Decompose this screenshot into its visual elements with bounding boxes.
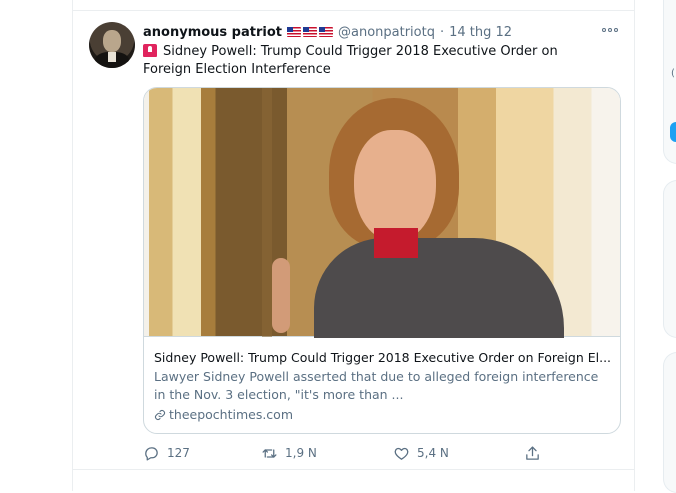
link-icon: [154, 409, 166, 421]
avatar[interactable]: [89, 22, 135, 68]
card-domain[interactable]: theepochtimes.com: [169, 406, 293, 424]
sidebar-glyph: (: [671, 68, 675, 79]
retweet-button[interactable]: 1,9 N: [261, 443, 317, 463]
retweet-icon: [262, 448, 277, 458]
sidebar-panel-bottom[interactable]: [663, 352, 676, 493]
avatar-collar: [108, 52, 116, 62]
image-hand: [272, 258, 290, 333]
next-tweet-stub[interactable]: [73, 470, 634, 491]
retweet-count: 1,9 N: [285, 446, 317, 460]
share-icon: [526, 445, 539, 460]
image-face: [354, 130, 436, 242]
like-button[interactable]: 5,4 N: [393, 443, 449, 463]
image-neckline: [374, 228, 418, 258]
display-name[interactable]: anonymous patriot: [143, 25, 282, 40]
tweet-actions: 127 1,9 N 5,4 N: [143, 443, 619, 463]
sidebar-blue-button[interactable]: [670, 122, 676, 142]
previous-tweet-divider: [73, 0, 634, 11]
card-title[interactable]: Sidney Powell: Trump Could Trigger 2018 …: [154, 349, 610, 367]
avatar-face: [103, 30, 121, 52]
link-card[interactable]: Sidney Powell: Trump Could Trigger 2018 …: [143, 87, 621, 434]
card-description: Lawyer Sidney Powell asserted that due t…: [154, 369, 599, 402]
reply-count: 127: [167, 446, 190, 460]
card-domain-row: theepochtimes.com: [154, 406, 293, 424]
reply-icon: [145, 446, 158, 461]
us-flag-icon: [287, 27, 301, 37]
tweet-header: anonymous patriot @anonpatriotq · 14 thg…: [143, 23, 512, 41]
tweet-text-container: Sidney Powell: Trump Could Trigger 2018 …: [143, 43, 603, 79]
flag-emoji-group: [287, 27, 333, 37]
us-flag-icon: [319, 27, 333, 37]
like-count: 5,4 N: [417, 446, 449, 460]
siren-icon: [143, 44, 157, 57]
us-flag-icon: [303, 27, 317, 37]
share-button[interactable]: [524, 443, 541, 463]
more-options-icon[interactable]: [600, 24, 620, 36]
image-sweater: [314, 238, 564, 338]
separator-dot: ·: [439, 24, 445, 40]
card-image[interactable]: [144, 88, 620, 338]
tweet-date[interactable]: 14 thg 12: [449, 25, 512, 40]
tweet-text: Sidney Powell: Trump Could Trigger 2018 …: [143, 44, 558, 77]
reply-button[interactable]: 127: [143, 443, 190, 463]
sidebar-panel-middle[interactable]: [663, 180, 676, 338]
image-door-edge: [262, 88, 272, 337]
handle[interactable]: @anonpatriotq: [338, 25, 435, 40]
tweet[interactable]: anonymous patriot @anonpatriotq · 14 thg…: [73, 11, 634, 469]
heart-icon: [394, 447, 409, 460]
feed-right-border: [634, 0, 635, 491]
